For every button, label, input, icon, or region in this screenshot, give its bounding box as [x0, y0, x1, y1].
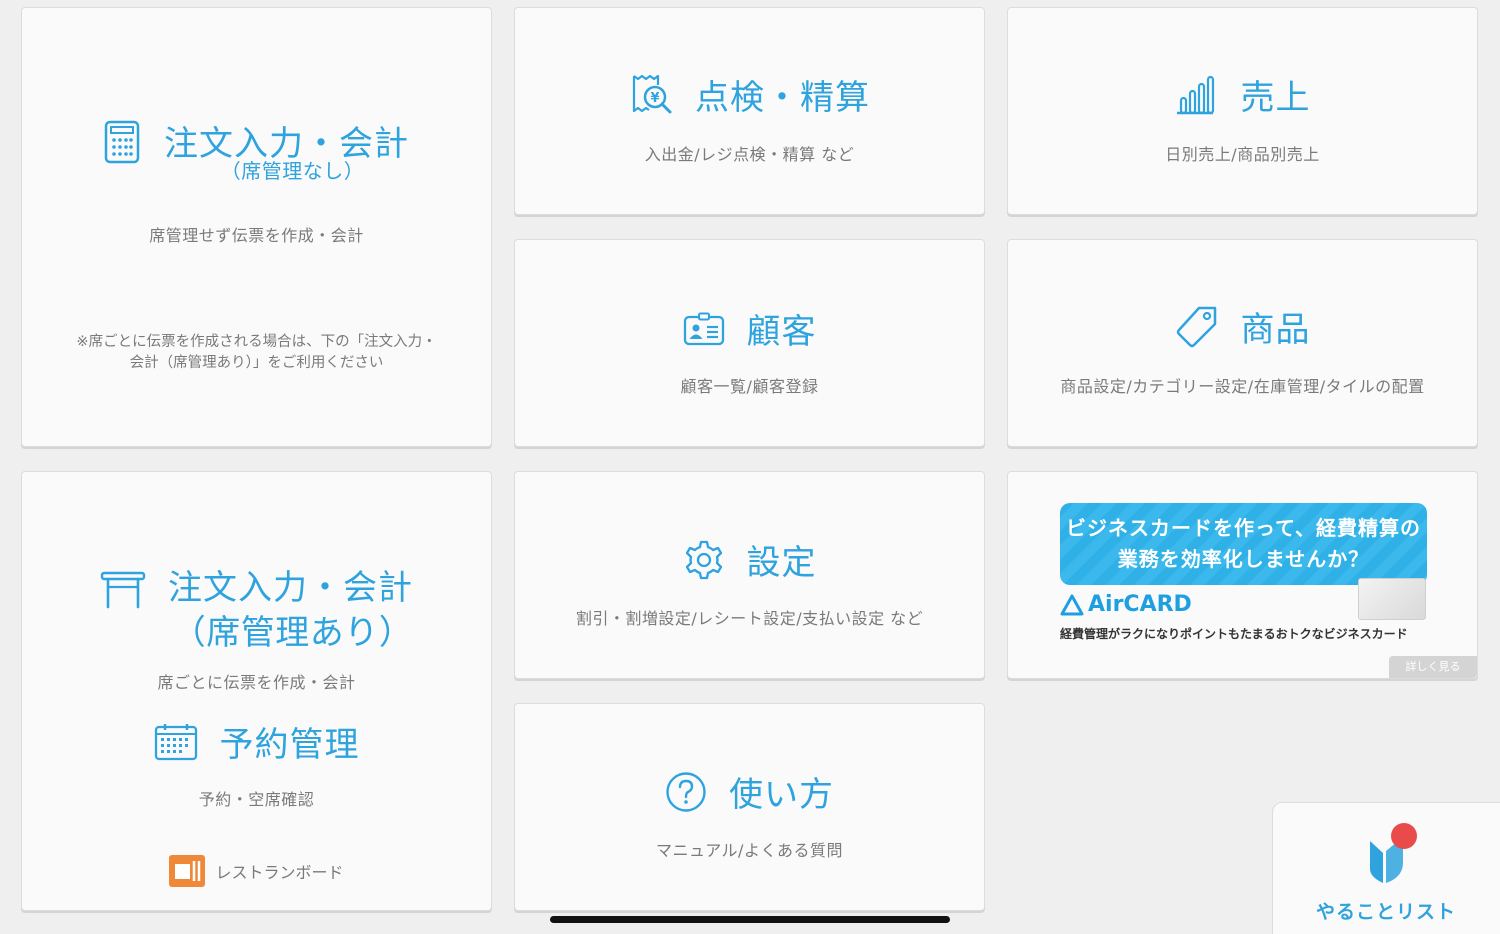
products-title-row: 商品 — [1008, 302, 1477, 351]
products-title: 商品 — [1240, 310, 1311, 350]
inspection-title: 点検・精算 — [695, 78, 870, 118]
aircard-triangle-icon — [1060, 594, 1084, 615]
tile-settings[interactable]: 設定 割引・割増設定/レシート設定/支払い設定 など — [514, 471, 985, 679]
order-no-seat-note-line1: ※席ごとに伝票を作成される場合は、下の「注文入力・ — [76, 334, 437, 350]
order-no-seat-note: ※席ごとに伝票を作成される場合は、下の「注文入力・ 会計（席管理あり）」をご利用… — [42, 332, 471, 374]
ad-more-button[interactable]: 詳しく見る — [1389, 656, 1477, 678]
help-description: マニュアル/よくある質問 — [656, 841, 843, 860]
ad-headline-line2: 業務を効率化しませんか？ — [1117, 547, 1370, 571]
help-title: 使い方 — [729, 775, 834, 815]
inspection-description: 入出金/レジ点検・精算 など — [644, 145, 855, 164]
reservation-link[interactable]: 予約管理 — [22, 717, 491, 766]
ad-tagline: 経費管理がラクになりポイントもたまるおトクなビジネスカード — [1060, 627, 1408, 641]
tile-inspection[interactable]: ¥ 点検・精算 入出金/レジ点検・精算 など — [514, 7, 985, 215]
order-no-seat-description: 席管理せず伝票を作成・会計 — [149, 226, 364, 245]
ad-headline: ビジネスカードを作って、経費精算の 業務を効率化しませんか？ — [1060, 503, 1427, 585]
calendar-icon — [154, 723, 198, 761]
customers-title: 顧客 — [746, 312, 817, 352]
order-no-seat-note-line2: 会計（席管理あり）」をご利用ください — [129, 355, 384, 371]
customers-title-row: 顧客 — [515, 304, 984, 353]
tile-products[interactable]: 商品 商品設定/カテゴリー設定/在庫管理/タイルの配置 — [1007, 239, 1478, 447]
products-description: 商品設定/カテゴリー設定/在庫管理/タイルの配置 — [1060, 377, 1425, 396]
gear-icon — [683, 539, 725, 581]
help-title-row: 使い方 — [515, 767, 984, 816]
order-with-seat-description: 席ごとに伝票を作成・会計 — [157, 673, 356, 692]
aircard-ad-banner[interactable]: ビジネスカードを作って、経費精算の 業務を効率化しませんか？ AirCARD 経… — [1007, 471, 1478, 679]
tile-order-with-seat[interactable]: 注文入力・会計 （席管理あり） 席ごとに伝票を作成・会計 予約管理 予約・空席確… — [21, 471, 492, 911]
tile-customers[interactable]: 顧客 顧客一覧/顧客登録 — [514, 239, 985, 447]
id-card-icon — [683, 312, 725, 346]
order-no-seat-subtitle: （席管理なし） — [220, 159, 365, 183]
table-icon — [100, 569, 146, 609]
aircard-logo: AirCARD — [1060, 592, 1192, 617]
sales-title: 売上 — [1240, 78, 1311, 118]
tile-order-without-seat[interactable]: 注文入力・会計 （席管理なし） 席管理せず伝票を作成・会計 ※席ごとに伝票を作成… — [21, 7, 492, 447]
order-with-seat-subtitle: （席管理あり） — [171, 613, 414, 653]
svg-text:¥: ¥ — [650, 91, 659, 106]
price-tag-icon — [1175, 305, 1219, 349]
reservation-title: 予約管理 — [219, 725, 360, 765]
ad-headline-line1: ビジネスカードを作って、経費精算の — [1066, 516, 1421, 540]
reservation-description: 予約・空席確認 — [198, 790, 315, 809]
settings-title: 設定 — [746, 543, 817, 583]
bar-chart-icon — [1175, 74, 1215, 116]
receipt-search-icon: ¥ — [629, 73, 673, 117]
settings-title-row: 設定 — [515, 535, 984, 584]
notification-dot — [1391, 823, 1417, 849]
customers-description: 顧客一覧/顧客登録 — [680, 377, 819, 396]
sales-title-row: 売上 — [1008, 70, 1477, 119]
sales-description: 日別売上/商品別売上 — [1165, 145, 1320, 164]
order-with-seat-title-row: 注文入力・会計 — [22, 560, 491, 609]
tile-sales[interactable]: 売上 日別売上/商品別売上 — [1007, 7, 1478, 215]
question-circle-icon — [665, 771, 707, 813]
restaurant-board-label: レストランボード — [215, 863, 344, 882]
inspection-title-row: ¥ 点検・精算 — [515, 70, 984, 119]
todo-list-label: やることリスト — [1315, 901, 1456, 923]
order-with-seat-title: 注文入力・会計 — [168, 568, 413, 608]
settings-description: 割引・割増設定/レシート設定/支払い設定 など — [575, 609, 924, 628]
home-indicator — [550, 916, 950, 923]
todo-list-button[interactable]: やることリスト — [1272, 802, 1500, 934]
credit-card-image — [1358, 578, 1426, 620]
restaurant-board-link[interactable]: レストランボード — [22, 855, 491, 887]
restaurant-board-icon — [169, 855, 206, 887]
aircard-logo-text: AirCARD — [1088, 592, 1192, 617]
tile-help[interactable]: 使い方 マニュアル/よくある質問 — [514, 703, 985, 911]
